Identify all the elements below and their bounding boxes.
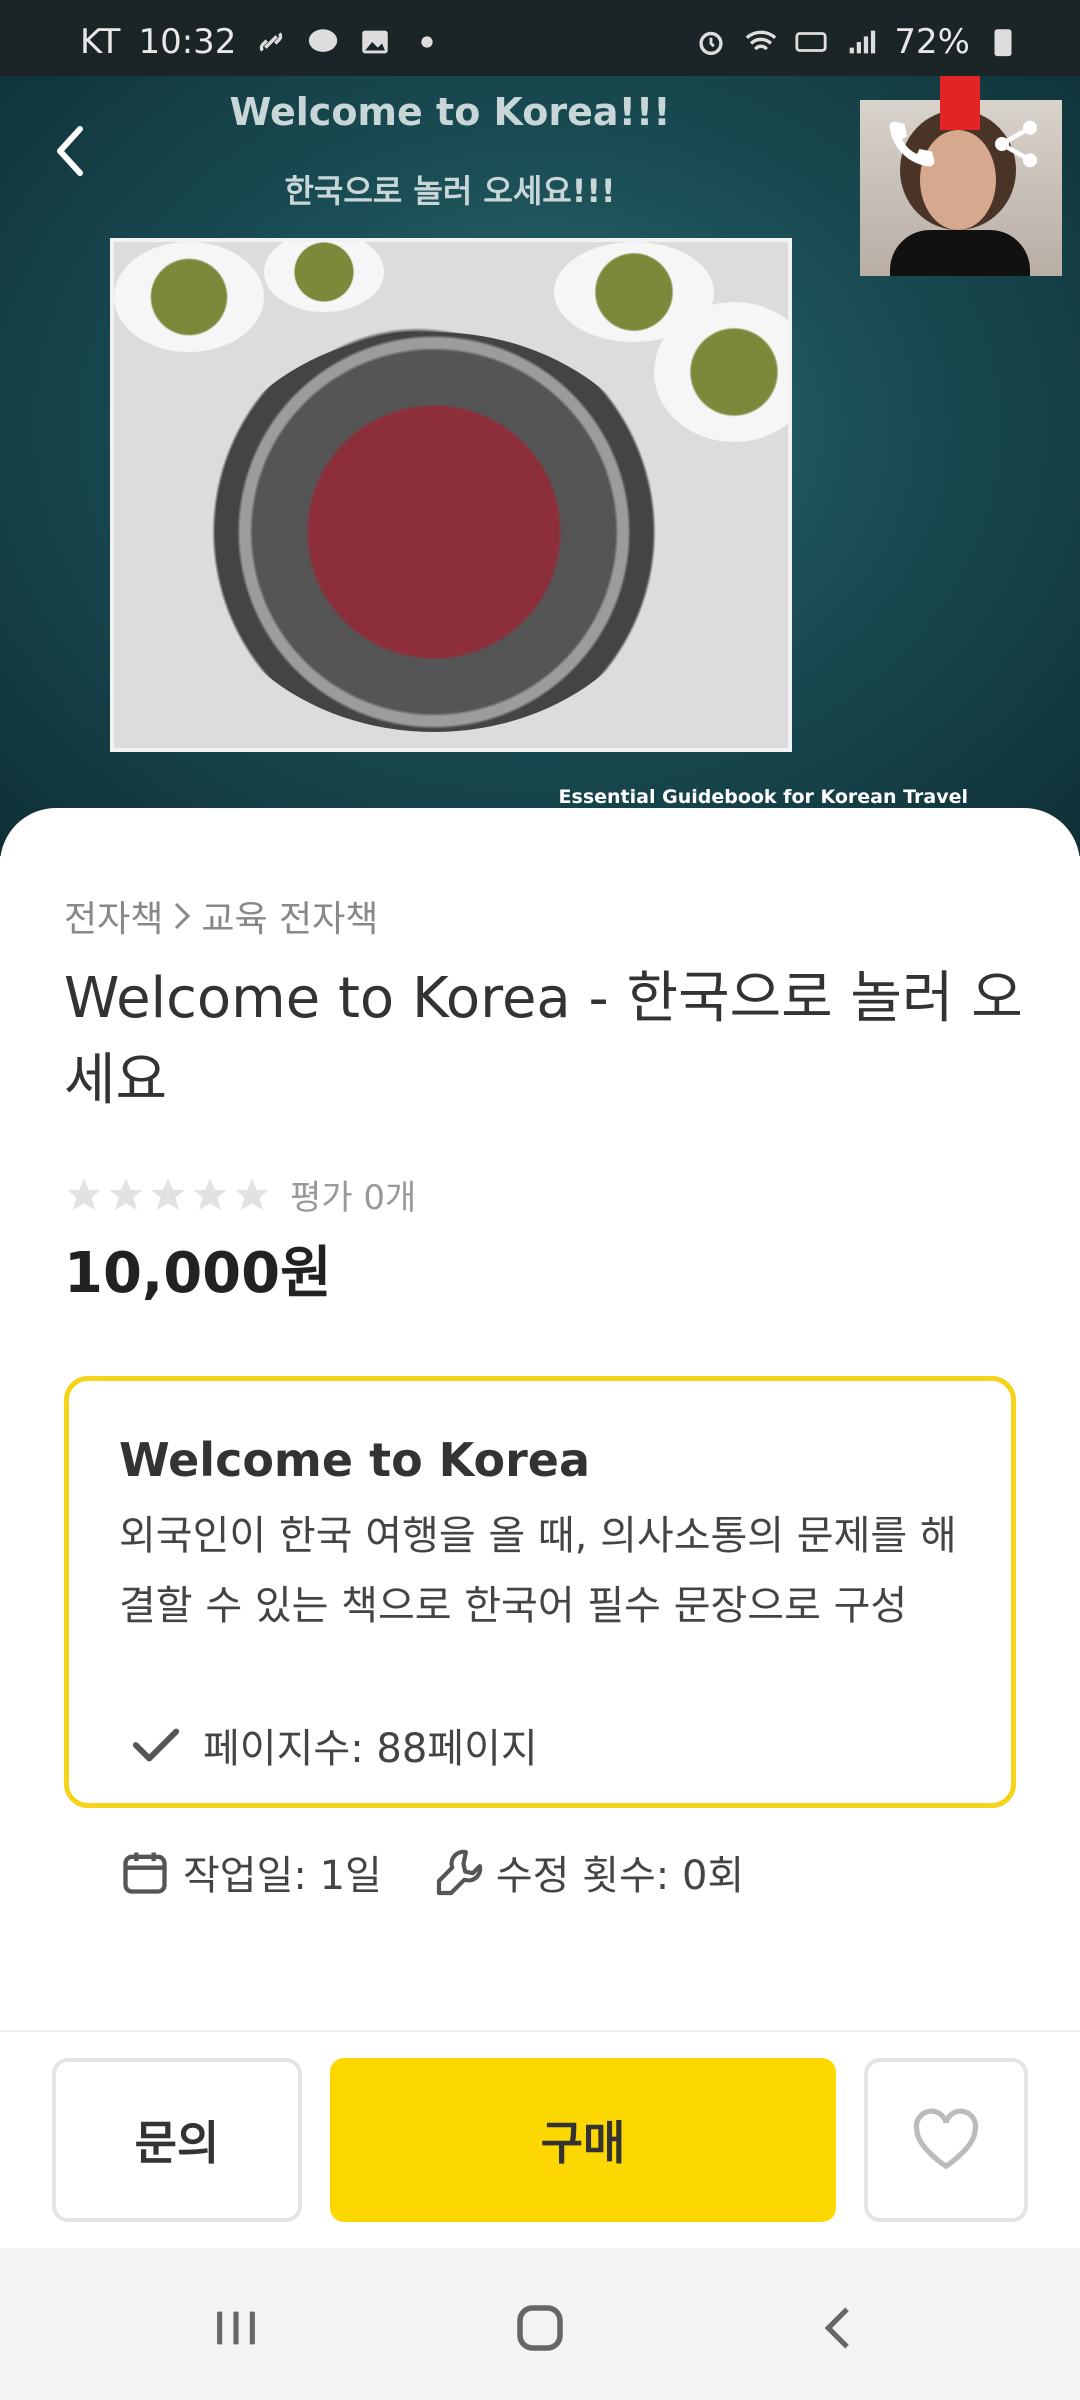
chat-icon xyxy=(309,29,338,52)
check-icon xyxy=(132,1728,180,1762)
hero-caption: Essential Guidebook for Korean Travel xyxy=(558,786,968,808)
info-description: 외국인이 한국 여행을 올 때, 의사소통의 문제를 해결할 수 있는 책으로 … xyxy=(119,1513,957,1629)
person-shirt xyxy=(890,230,1030,276)
wrench-icon xyxy=(436,1849,483,1896)
info-title: Welcome to Korea xyxy=(119,1433,591,1487)
product-hero-image: Welcome to Korea!!! 한국으로 놀러 오세요!!! Essen… xyxy=(0,76,1080,856)
image-icon xyxy=(362,30,389,54)
battery-icon xyxy=(994,29,1012,57)
side-dish xyxy=(114,242,264,352)
grill-plate xyxy=(194,332,674,732)
favorite-button[interactable] xyxy=(864,2058,1028,2222)
rating-row: 평가 0개 xyxy=(64,1170,416,1219)
status-right: 72% xyxy=(694,22,1020,62)
side-dish xyxy=(264,242,384,312)
food-photo xyxy=(110,238,792,752)
dot-icon xyxy=(421,36,434,48)
recent-apps-button[interactable] xyxy=(196,2288,276,2368)
status-left: KT 10:32 xyxy=(80,22,444,62)
heart-icon xyxy=(913,2108,979,2170)
back-icon xyxy=(824,2307,849,2349)
hero-title: Welcome to Korea!!! xyxy=(229,90,671,134)
hero-subtitle: 한국으로 놀러 오세요!!! xyxy=(284,172,616,210)
battery-label: 72% xyxy=(894,22,970,62)
star-icon xyxy=(235,1177,269,1210)
work-info-row: 작업일: 1일 수정 횟수: 0회 xyxy=(119,1843,744,1901)
work-days-label: 작업일: 1일 xyxy=(183,1853,382,1899)
record-indicator xyxy=(940,76,980,130)
star-icon xyxy=(109,1177,143,1210)
share-icon[interactable] xyxy=(988,116,1044,172)
pages-row: 페이지수: 88페이지 xyxy=(129,1716,538,1774)
breadcrumb-item[interactable]: 전자책 xyxy=(64,890,163,942)
clock-label: 10:32 xyxy=(138,22,237,62)
product-title: Welcome to Korea - 한국으로 놀러 오세요 xyxy=(64,966,1023,1113)
signal-icon xyxy=(850,30,876,54)
rating-count[interactable]: 평가 0개 xyxy=(290,1170,416,1219)
inquiry-button[interactable]: 문의 xyxy=(52,2058,302,2222)
home-button[interactable] xyxy=(500,2288,580,2368)
star-icon xyxy=(151,1177,185,1210)
breadcrumb-item[interactable]: 교육 전자책 xyxy=(201,890,378,942)
home-icon xyxy=(517,2305,563,2351)
breadcrumb: 전자책 교육 전자책 xyxy=(64,890,378,942)
calendar-icon xyxy=(123,1852,167,1894)
purchase-action-bar: 문의 구매 xyxy=(0,2030,1080,2248)
star-icon xyxy=(67,1177,101,1210)
pages-label: 페이지수: 88페이지 xyxy=(203,1726,538,1772)
system-nav-bar xyxy=(0,2248,1080,2400)
wifi-icon xyxy=(746,30,777,51)
recent-apps-icon xyxy=(217,2311,255,2345)
product-price: 10,000원 xyxy=(64,1241,332,1306)
product-info-box: Welcome to Korea 외국인이 한국 여행을 올 때, 의사소통의 … xyxy=(64,1376,1016,1899)
link-icon xyxy=(260,32,283,52)
chevron-right-icon xyxy=(175,902,191,930)
status-bar: KT 10:32 72% xyxy=(0,0,1080,76)
product-detail-sheet: 전자책 교육 전자책 Welcome to Korea - 한국으로 놀러 오세… xyxy=(0,808,1080,2028)
revisions-label: 수정 횟수: 0회 xyxy=(495,1853,745,1899)
hd-icon xyxy=(795,32,828,52)
star-icon xyxy=(193,1177,227,1210)
system-back-button[interactable] xyxy=(800,2288,880,2368)
alarm-icon xyxy=(699,31,724,56)
carrier-label: KT xyxy=(80,22,121,62)
phone-icon[interactable] xyxy=(882,114,942,174)
buy-button[interactable]: 구매 xyxy=(330,2058,836,2222)
